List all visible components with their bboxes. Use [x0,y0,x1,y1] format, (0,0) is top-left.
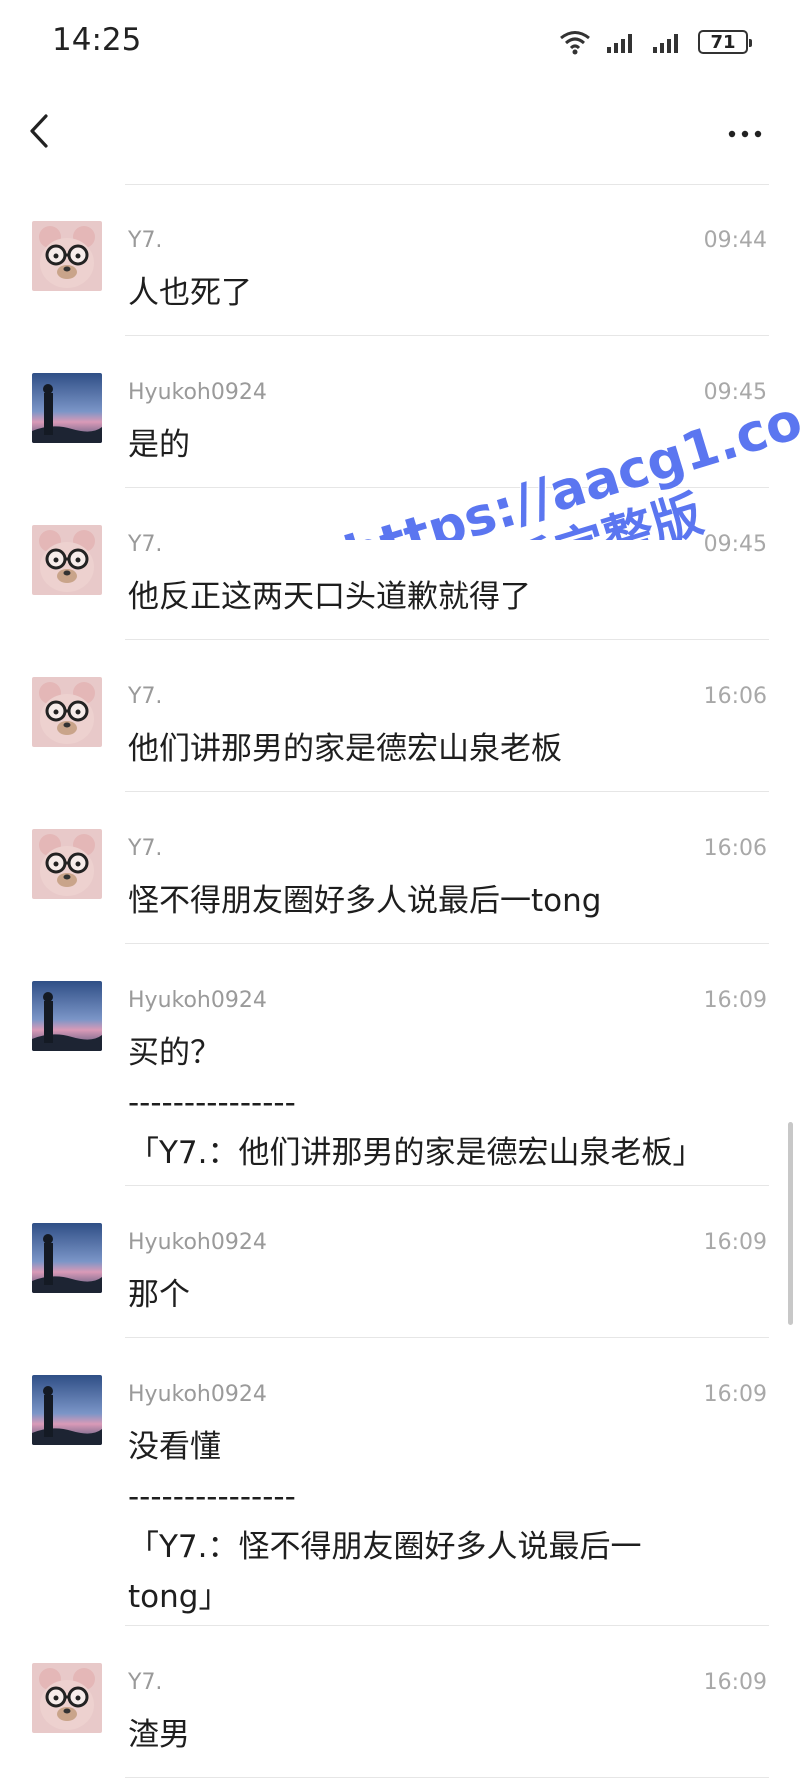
message-text: 怪不得朋友圈好多人说最后一tong [128,883,602,919]
message-time: 16:09 [703,1670,767,1695]
message-time: 16:09 [703,988,767,1013]
avatar [32,221,102,291]
message-item[interactable]: Hyukoh0924 16:09 没看懂 --------------- 「Y7… [0,1338,800,1626]
battery-level: 71 [710,31,736,53]
message-time: 16:09 [703,1230,767,1255]
avatar [32,829,102,899]
message-item[interactable]: Hyukoh0924 09:45 是的 [0,336,800,488]
sender-name: Y7. [128,684,163,709]
nav-bar [0,86,800,176]
dusk-avatar-icon [32,981,102,1051]
message-text: 那个 [128,1277,190,1313]
message-item[interactable]: Y7. 16:06 怪不得朋友圈好多人说最后一tong [0,792,800,944]
message-text: 渣男 [128,1717,190,1753]
signal-icon [607,34,632,53]
sender-name: Hyukoh0924 [128,1230,267,1255]
scrollbar[interactable] [788,1122,793,1325]
message-time: 16:06 [703,684,767,709]
dusk-avatar-icon [32,373,102,443]
back-button[interactable] [22,106,62,156]
sender-name: Y7. [128,532,163,557]
bear-avatar-icon [32,525,102,595]
message-text: 买的？ --------------- 「Y7.：他们讲那男的家是德宏山泉老板」 [128,1035,704,1171]
message-time: 09:45 [703,532,767,557]
message-text: 他反正这两天口头道歉就得了 [128,579,531,615]
message-time: 09:44 [703,228,767,253]
divider [125,1777,769,1778]
sender-name: Hyukoh0924 [128,1382,267,1407]
bear-avatar-icon [32,829,102,899]
avatar [32,373,102,443]
message-list[interactable]: Y7. 09:44 人也死了 Hyukoh0924 09:45 是的 Y7. 0… [0,176,800,1781]
sender-name: Y7. [128,1670,163,1695]
message-item[interactable]: Y7. 09:44 人也死了 [0,184,800,336]
message-item[interactable]: Y7. 16:09 渣男 [0,1626,800,1778]
avatar [32,1663,102,1733]
bear-avatar-icon [32,1663,102,1733]
more-icon [728,130,762,138]
signal-icon [653,34,678,53]
avatar [32,1223,102,1293]
bear-avatar-icon [32,221,102,291]
sender-name: Y7. [128,836,163,861]
dusk-avatar-icon [32,1223,102,1293]
message-item[interactable]: Hyukoh0924 16:09 那个 [0,1186,800,1338]
status-bar: 14:25 71 [0,0,800,86]
avatar [32,677,102,747]
message-item[interactable]: Y7. 09:45 他反正这两天口头道歉就得了 [0,488,800,640]
avatar [32,981,102,1051]
wifi-icon [560,31,590,55]
battery-icon: 71 [698,30,752,54]
sender-name: Hyukoh0924 [128,988,267,1013]
sender-name: Y7. [128,228,163,253]
avatar [32,525,102,595]
message-time: 16:06 [703,836,767,861]
dusk-avatar-icon [32,1375,102,1445]
message-item[interactable]: Y7. 16:06 他们讲那男的家是德宏山泉老板 [0,640,800,792]
message-time: 09:45 [703,380,767,405]
message-text: 人也死了 [128,275,252,311]
message-text: 没看懂 --------------- 「Y7.：怪不得朋友圈好多人说最后一 t… [128,1429,642,1615]
chevron-left-icon [30,114,48,148]
sender-name: Hyukoh0924 [128,380,267,405]
status-icons: 71 [558,27,752,57]
more-button[interactable] [720,110,770,150]
message-text: 他们讲那男的家是德宏山泉老板 [128,731,562,767]
message-text: 是的 [128,427,190,463]
message-time: 16:09 [703,1382,767,1407]
status-time: 14:25 [52,22,142,58]
message-item[interactable]: Hyukoh0924 16:09 买的？ --------------- 「Y7… [0,944,800,1186]
bear-avatar-icon [32,677,102,747]
avatar [32,1375,102,1445]
